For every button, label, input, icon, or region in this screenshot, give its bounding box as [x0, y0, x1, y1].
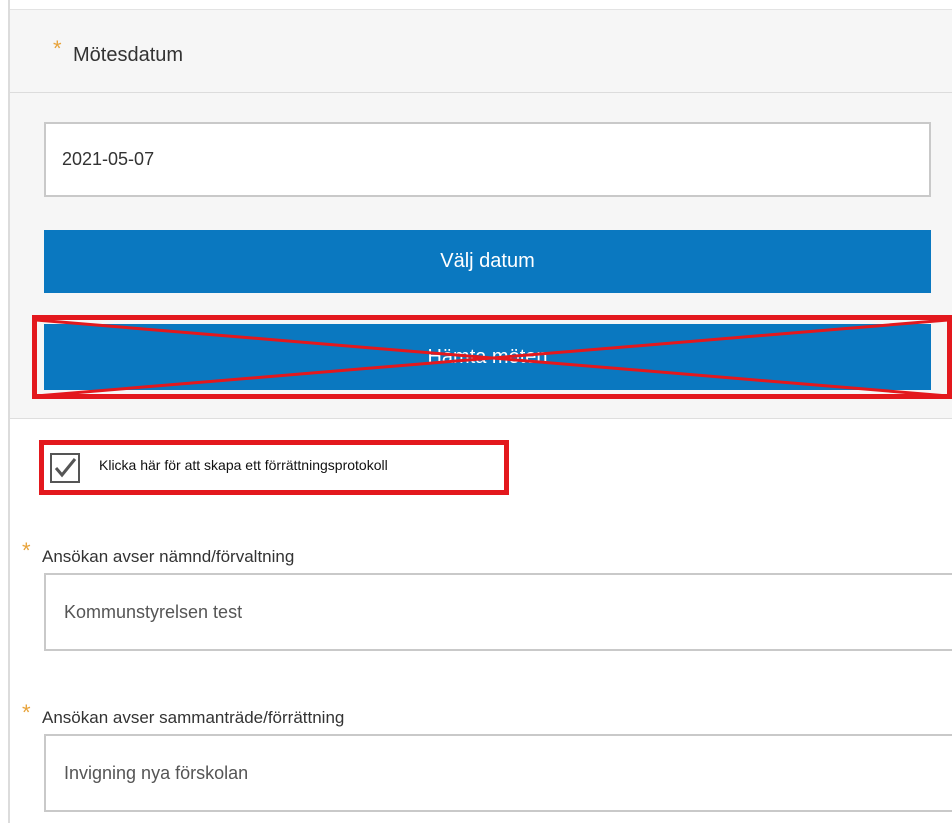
required-asterisk: *: [22, 538, 31, 563]
required-asterisk: *: [22, 700, 31, 725]
session-field[interactable]: Invigning nya förskolan: [44, 734, 952, 812]
session-label: Ansökan avser sammanträde/förrättning: [42, 708, 345, 727]
choose-date-button[interactable]: Välj datum: [44, 230, 931, 293]
annotation-frame-fetch-button: [32, 315, 952, 399]
checkmark-icon: [54, 458, 77, 478]
required-asterisk: *: [53, 36, 62, 61]
meeting-date-input[interactable]: 2021-05-07: [44, 122, 931, 197]
meeting-date-header: * Mötesdatum: [10, 10, 952, 93]
protocol-checkbox-label: Klicka här för att skapa ett förrättning…: [99, 457, 388, 473]
committee-field[interactable]: Kommunstyrelsen test: [44, 573, 952, 651]
meeting-date-label: Mötesdatum: [73, 44, 184, 66]
committee-label: Ansökan avser nämnd/förvaltning: [42, 547, 295, 566]
protocol-checkbox[interactable]: [50, 453, 80, 483]
